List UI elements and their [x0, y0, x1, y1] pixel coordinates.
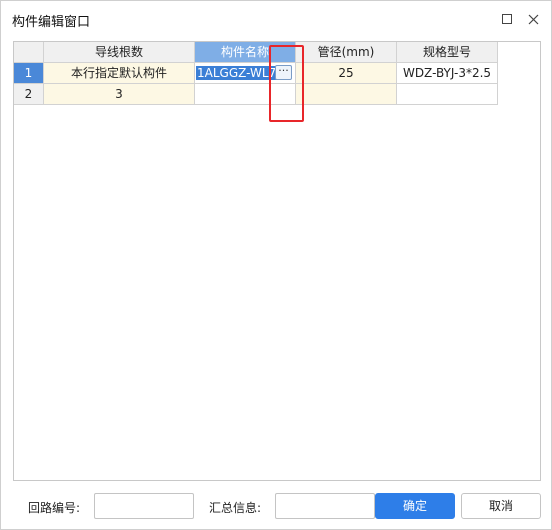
maximize-icon	[502, 14, 512, 24]
row-header-1[interactable]: 1	[14, 63, 44, 84]
column-header-spec[interactable]: 规格型号	[397, 42, 498, 63]
cell-diameter-row1[interactable]: 25	[296, 63, 397, 84]
circuit-number-label: 回路编号:	[28, 501, 81, 515]
cell-component-name-row2[interactable]	[195, 84, 296, 105]
summary-info-input[interactable]	[275, 493, 375, 519]
row-header-2[interactable]: 2	[14, 84, 44, 105]
maximize-button[interactable]	[497, 9, 517, 29]
close-button[interactable]	[523, 9, 543, 29]
title-bar: 构件编辑窗口	[1, 1, 551, 37]
cell-component-name-row1[interactable]: 1ALGGZ-WL7 ···	[195, 63, 296, 84]
cell-spec-row1[interactable]: WDZ-BYJ-3*2.5	[397, 63, 498, 84]
cancel-button[interactable]: 取消	[461, 493, 541, 519]
confirm-button[interactable]: 确定	[375, 493, 455, 519]
component-name-input[interactable]: 1ALGGZ-WL7	[196, 66, 278, 80]
cell-wire-count-row2[interactable]: 3	[44, 84, 195, 105]
close-icon	[528, 14, 538, 24]
column-header-wire-count[interactable]: 导线根数	[44, 42, 195, 63]
cell-spec-row2[interactable]	[397, 84, 498, 105]
summary-info-label: 汇总信息:	[209, 501, 262, 515]
cell-wire-count-row1[interactable]: 本行指定默认构件	[44, 63, 195, 84]
component-edit-window: 构件编辑窗口 导线根数 构件名称 管径(mm) 规格型号 1 本行指定默认构件 …	[0, 0, 552, 530]
component-grid: 导线根数 构件名称 管径(mm) 规格型号 1 本行指定默认构件 1ALGGZ-…	[13, 41, 541, 481]
browse-component-button[interactable]: ···	[275, 65, 292, 80]
column-header-diameter[interactable]: 管径(mm)	[296, 42, 397, 63]
column-header-component-name[interactable]: 构件名称	[195, 42, 296, 63]
window-title: 构件编辑窗口	[12, 15, 91, 30]
circuit-number-input[interactable]	[94, 493, 194, 519]
corner-header[interactable]	[14, 42, 44, 63]
cell-diameter-row2[interactable]	[296, 84, 397, 105]
